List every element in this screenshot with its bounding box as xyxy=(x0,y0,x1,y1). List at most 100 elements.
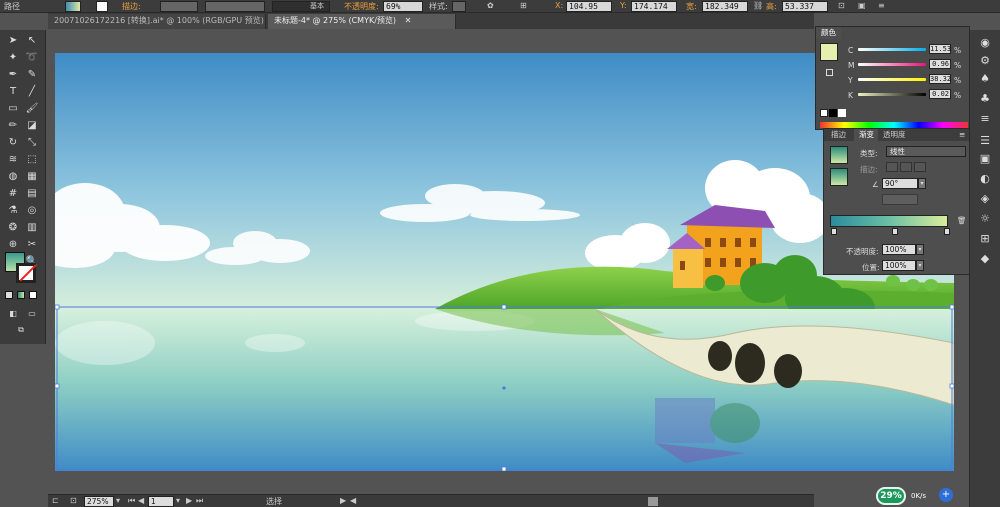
h-input[interactable]: 53.337 mm xyxy=(782,1,828,20)
gradient-slider-bar[interactable] xyxy=(830,215,948,227)
status-icon[interactable]: ⊏ xyxy=(52,496,59,505)
position-dropdown-arrow[interactable]: ▾ xyxy=(916,260,924,271)
channel-k-input[interactable]: 0.02 xyxy=(929,89,951,99)
scroll-left-arrow[interactable]: ◀ xyxy=(350,496,356,505)
gradient-mode-icon[interactable] xyxy=(17,291,25,299)
sun-icon[interactable]: ☼ xyxy=(977,212,993,226)
align-icon[interactable]: ⊞ xyxy=(520,1,527,10)
panel-menu-icon[interactable]: ≡ xyxy=(959,130,965,139)
scale-tool-icon[interactable]: ⤡ xyxy=(25,136,39,150)
zoom-input[interactable]: 275% xyxy=(84,496,114,507)
mesh-tool-icon[interactable]: # xyxy=(6,187,20,201)
change-screen-mode-icon[interactable]: ⧉ xyxy=(14,323,28,337)
black-swatch[interactable] xyxy=(829,109,837,117)
type-tool-icon[interactable]: T xyxy=(6,85,20,99)
channel-m-slider[interactable] xyxy=(858,63,926,66)
line-tool-icon[interactable]: ╱ xyxy=(25,85,39,99)
eye-icon[interactable]: ◉ xyxy=(977,36,993,50)
eyedropper-tool-icon[interactable]: ⚗ xyxy=(6,204,20,218)
isolate-icon[interactable]: ▣ xyxy=(858,1,866,10)
fill-swatch[interactable] xyxy=(65,1,81,12)
appearance-icon[interactable]: ◐ xyxy=(977,172,993,186)
gradient-stop-middle[interactable] xyxy=(892,228,898,235)
warp-tool-icon[interactable]: ≋ xyxy=(6,153,20,167)
channel-k-slider[interactable] xyxy=(858,93,926,96)
symbol-sprayer-tool-icon[interactable]: ❂ xyxy=(6,221,20,235)
transform-icon[interactable]: ⊡ xyxy=(838,1,845,10)
layers-icon[interactable]: ◆ xyxy=(977,252,993,266)
rectangle-tool-icon[interactable]: ▭ xyxy=(6,102,20,116)
x-input[interactable]: 104.95 mm xyxy=(566,1,612,20)
fill-stroke-swatch[interactable] xyxy=(830,168,848,186)
channel-y-slider[interactable] xyxy=(858,78,926,81)
color-mode-icon[interactable] xyxy=(5,291,13,299)
menu-icon[interactable]: ≡ xyxy=(878,1,885,10)
tab-gradient[interactable]: 渐变 xyxy=(854,129,879,141)
club-icon[interactable]: ♣ xyxy=(977,92,993,106)
tab-transparency[interactable]: 透明度 xyxy=(878,129,911,141)
next-page-icon[interactable]: ▶ xyxy=(186,496,192,505)
channel-y-input[interactable]: 38.32 xyxy=(929,74,951,84)
opacity-input[interactable]: 100% xyxy=(882,244,916,255)
tab-color[interactable]: 颜色 xyxy=(816,27,841,39)
stroke-indicator[interactable] xyxy=(826,69,833,76)
network-percent-badge[interactable]: 29% xyxy=(876,487,906,505)
stroke-weight-dropdown[interactable] xyxy=(160,1,198,12)
screen-mode-icon[interactable]: ▭ xyxy=(25,307,39,321)
stroke-option-3[interactable] xyxy=(914,162,926,172)
prev-page-icon[interactable]: ◀ xyxy=(138,496,144,505)
delete-stop-icon[interactable]: 🗑 xyxy=(957,216,967,225)
blend-tool-icon[interactable]: ◎ xyxy=(25,204,39,218)
stroke-color-swatch[interactable] xyxy=(16,263,37,283)
last-page-icon[interactable]: ⏭ xyxy=(196,496,203,506)
channel-c-slider[interactable] xyxy=(858,48,926,51)
channel-m-input[interactable]: 0.96 xyxy=(929,59,951,69)
aspect-ratio-input[interactable] xyxy=(882,194,918,205)
variable-width-dropdown[interactable] xyxy=(205,1,265,12)
tab-document-2[interactable]: 未标题-4* @ 275% (CMYK/预览) ✕ xyxy=(268,14,456,29)
y-input[interactable]: 174.174 xyxy=(631,1,677,12)
draw-mode-icon[interactable]: ◧ xyxy=(6,307,20,321)
pen-tool-icon[interactable]: ✒ xyxy=(6,68,20,82)
opacity-input[interactable]: 69% xyxy=(383,1,423,12)
angle-dropdown-arrow[interactable]: ▾ xyxy=(918,178,926,189)
frame-icon[interactable]: ⊡ xyxy=(70,496,77,505)
channel-c-input[interactable]: 11.53 xyxy=(929,44,951,54)
stroke-swatch[interactable] xyxy=(96,1,108,12)
brush-icon[interactable]: ♠ xyxy=(977,72,993,86)
position-input[interactable]: 100% xyxy=(882,260,916,271)
close-icon[interactable]: ✕ xyxy=(405,16,412,25)
slice-tool-icon[interactable]: ✂ xyxy=(25,238,39,252)
none-swatch[interactable] xyxy=(820,109,828,117)
link-icon[interactable]: ⛓ xyxy=(753,1,763,10)
w-input[interactable]: 182.349 xyxy=(702,1,748,12)
gradient-tool-icon[interactable]: ▤ xyxy=(25,187,39,201)
perspective-grid-tool-icon[interactable]: ▦ xyxy=(25,170,39,184)
stroke-option-1[interactable] xyxy=(886,162,898,172)
paintbrush-tool-icon[interactable]: 🖌 xyxy=(25,102,39,116)
gradient-preview-swatch[interactable] xyxy=(830,146,848,164)
type-dropdown[interactable]: 线性 xyxy=(886,146,966,157)
current-color-swatch[interactable] xyxy=(820,43,838,61)
style-dropdown[interactable] xyxy=(452,1,466,12)
recolor-icon[interactable]: ✿ xyxy=(487,1,494,10)
tab-stroke[interactable]: 描边 xyxy=(826,129,851,141)
artboards-icon[interactable]: ⊞ xyxy=(977,232,993,246)
align-panel-icon[interactable]: ☰ xyxy=(977,134,993,148)
shape-builder-tool-icon[interactable]: ◍ xyxy=(6,170,20,184)
status-menu-arrow[interactable]: ▶ xyxy=(340,496,346,505)
artboard-tool-icon[interactable]: ⊕ xyxy=(6,238,20,252)
rotate-tool-icon[interactable]: ↻ xyxy=(6,136,20,150)
opacity-dropdown-arrow[interactable]: ▾ xyxy=(916,244,924,255)
zoom-dropdown-arrow[interactable]: ▾ xyxy=(116,496,120,505)
lasso-tool-icon[interactable]: ➰ xyxy=(25,51,39,65)
graphic-styles-icon[interactable]: ◈ xyxy=(977,192,993,206)
column-graph-tool-icon[interactable]: ▥ xyxy=(25,221,39,235)
page-dropdown-arrow[interactable]: ▾ xyxy=(176,496,180,505)
first-page-icon[interactable]: ⏮ xyxy=(128,496,135,506)
horizontal-scroll-thumb[interactable] xyxy=(648,497,658,506)
gradient-stop-left[interactable] xyxy=(831,228,837,235)
stroke-panel-icon[interactable]: ≡ xyxy=(977,112,993,126)
magic-wand-tool-icon[interactable]: ✦ xyxy=(6,51,20,65)
none-mode-icon[interactable] xyxy=(29,291,37,299)
